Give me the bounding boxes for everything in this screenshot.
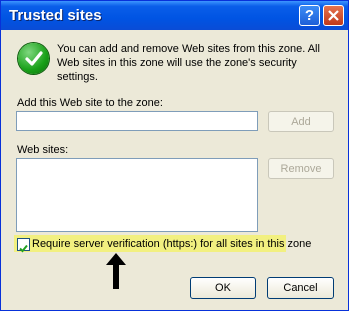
ok-button[interactable]: OK [190,277,256,299]
trusted-sites-dialog: Trusted sites ? You can add and remove W… [0,0,349,311]
help-button[interactable]: ? [299,5,320,26]
remove-button[interactable]: Remove [268,158,334,179]
close-button[interactable] [323,5,344,26]
title-bar[interactable]: Trusted sites ? [1,1,348,30]
cancel-button[interactable]: Cancel [267,277,334,299]
websites-label: Web sites: [17,144,69,156]
zone-description: You can add and remove Web sites from th… [57,43,320,83]
add-button[interactable]: Add [268,111,334,132]
arrow-pointer-icon [106,253,126,289]
add-site-label: Add this Web site to the zone: [17,97,163,109]
require-verification-checkbox[interactable] [17,238,30,253]
checkmark-icon [18,43,49,74]
require-verification-label: Require server verification (https:) for… [32,238,312,250]
window-title: Trusted sites [9,7,102,24]
check-icon [19,244,28,253]
close-icon [328,10,339,21]
websites-list[interactable] [16,158,258,232]
add-site-input[interactable] [16,111,258,131]
